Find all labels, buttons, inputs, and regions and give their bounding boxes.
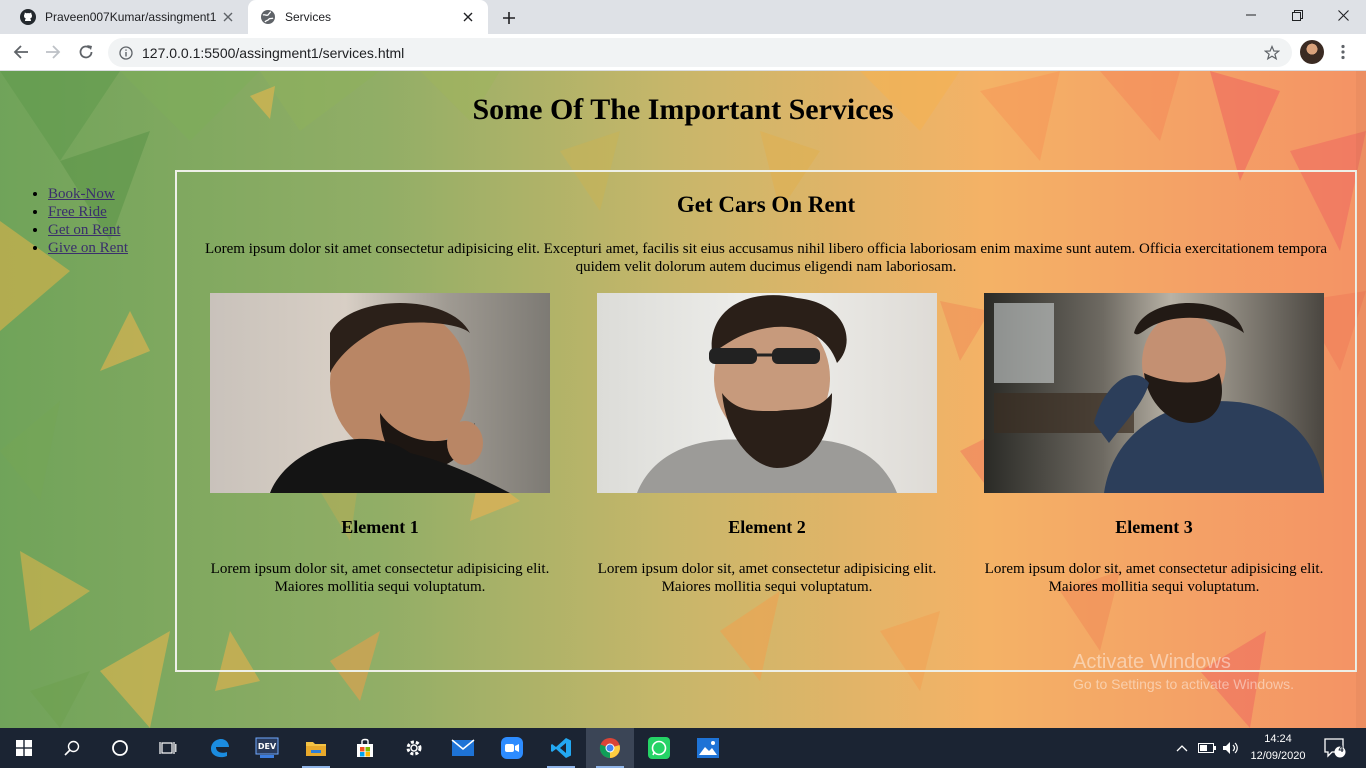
bearded-man-photo-1 xyxy=(210,293,550,493)
restore-button[interactable] xyxy=(1274,0,1320,30)
edge-icon[interactable] xyxy=(195,728,243,768)
profile-avatar[interactable] xyxy=(1300,40,1324,64)
store-icon[interactable] xyxy=(341,728,389,768)
card-title: Element 2 xyxy=(728,517,806,537)
new-tab-button[interactable] xyxy=(498,7,520,29)
service-card-1: Element 1 Lorem ipsum dolor sit, amet co… xyxy=(197,293,563,596)
tab-services[interactable]: Services xyxy=(248,0,488,34)
browser-tab-strip: Praveen007Kumar/assingment1 Services xyxy=(0,0,1366,34)
tab-title: Praveen007Kumar/assingment1 xyxy=(45,10,217,24)
globe-icon xyxy=(260,9,276,25)
minimize-button[interactable] xyxy=(1228,0,1274,30)
kebab-menu-icon[interactable] xyxy=(1333,40,1353,64)
photos-icon[interactable] xyxy=(684,728,732,768)
watermark-subtitle: Go to Settings to activate Windows. xyxy=(1073,676,1294,692)
search-icon[interactable] xyxy=(48,728,96,768)
mail-icon[interactable] xyxy=(439,728,487,768)
page-viewport: Some Of The Important Services Book-Now … xyxy=(0,71,1366,728)
panel-intro-text: Lorem ipsum dolor sit amet consectetur a… xyxy=(204,241,1328,275)
windows-taskbar: DEV 14:24 12/09/2020 4 xyxy=(0,728,1366,768)
services-panel: Get Cars On Rent Lorem ipsum dolor sit a… xyxy=(175,170,1357,672)
site-info-icon[interactable] xyxy=(118,45,134,61)
dev-icon[interactable]: DEV xyxy=(243,728,291,768)
bearded-man-photo-3 xyxy=(984,293,1324,493)
tab-github[interactable]: Praveen007Kumar/assingment1 xyxy=(8,0,248,34)
svg-text:DEV: DEV xyxy=(258,742,277,751)
nav-item-book-now: Book-Now xyxy=(48,185,128,203)
page-title: Some Of The Important Services xyxy=(472,93,894,126)
nav-link-give-on-rent[interactable]: Give on Rent xyxy=(48,240,128,256)
close-tab-icon[interactable] xyxy=(460,9,476,25)
address-bar[interactable]: 127.0.0.1:5500/assingment1/services.html xyxy=(108,38,1292,67)
taskbar-clock[interactable]: 14:24 12/09/2020 xyxy=(1244,731,1312,765)
github-icon xyxy=(20,9,36,25)
browser-toolbar: 127.0.0.1:5500/assingment1/services.html xyxy=(0,34,1366,71)
nav-item-free-ride: Free Ride xyxy=(48,203,128,221)
bearded-man-photo-2 xyxy=(597,293,937,493)
windows-start-icon[interactable] xyxy=(0,728,48,768)
back-arrow-icon[interactable] xyxy=(8,39,34,65)
nav-link-free-ride[interactable]: Free Ride xyxy=(48,204,107,220)
reload-icon[interactable] xyxy=(73,39,99,65)
whatsapp-icon[interactable] xyxy=(635,728,683,768)
settings-icon[interactable] xyxy=(390,728,438,768)
zoom-icon[interactable] xyxy=(488,728,536,768)
clock-time: 14:24 xyxy=(1264,733,1292,745)
panel-heading: Get Cars On Rent xyxy=(676,192,856,217)
watermark-title: Activate Windows xyxy=(1073,651,1231,673)
card-text: Lorem ipsum dolor sit, amet consectetur … xyxy=(210,561,550,595)
chrome-icon[interactable] xyxy=(586,728,634,768)
chevron-up-icon[interactable] xyxy=(1172,728,1192,768)
nav-item-give-on-rent: Give on Rent xyxy=(48,239,128,257)
forward-arrow-icon[interactable] xyxy=(40,39,66,65)
activate-windows-watermark: Activate Windows Go to Settings to activ… xyxy=(1073,651,1294,692)
volume-icon[interactable] xyxy=(1220,728,1242,768)
close-window-button[interactable] xyxy=(1320,0,1366,30)
vertical-scrollbar[interactable] xyxy=(1356,71,1366,728)
bookmark-star-icon[interactable] xyxy=(1262,43,1282,63)
card-text: Lorem ipsum dolor sit, amet consectetur … xyxy=(984,561,1324,595)
battery-icon[interactable] xyxy=(1196,728,1218,768)
tab-title: Services xyxy=(285,10,332,24)
task-view-icon[interactable] xyxy=(144,728,192,768)
nav-link-get-on-rent[interactable]: Get on Rent xyxy=(48,222,121,238)
cortana-icon[interactable] xyxy=(96,728,144,768)
card-text: Lorem ipsum dolor sit, amet consectetur … xyxy=(597,561,937,595)
nav-link-book-now[interactable]: Book-Now xyxy=(48,186,115,202)
url-text: 127.0.0.1:5500/assingment1/services.html xyxy=(142,44,405,61)
service-card-2: Element 2 Lorem ipsum dolor sit, amet co… xyxy=(584,293,950,596)
clock-date: 12/09/2020 xyxy=(1250,750,1306,762)
card-title: Element 1 xyxy=(341,517,419,537)
card-title: Element 3 xyxy=(1115,517,1193,537)
file-explorer-icon[interactable] xyxy=(292,728,340,768)
notification-count: 4 xyxy=(1338,744,1344,754)
notification-center-icon[interactable]: 4 xyxy=(1320,728,1350,768)
close-tab-icon[interactable] xyxy=(220,9,236,25)
nav-item-get-on-rent: Get on Rent xyxy=(48,221,128,239)
side-navigation: Book-Now Free Ride Get on Rent Give on R… xyxy=(48,185,128,257)
service-card-3: Element 3 Lorem ipsum dolor sit, amet co… xyxy=(971,293,1337,596)
vscode-icon[interactable] xyxy=(537,728,585,768)
